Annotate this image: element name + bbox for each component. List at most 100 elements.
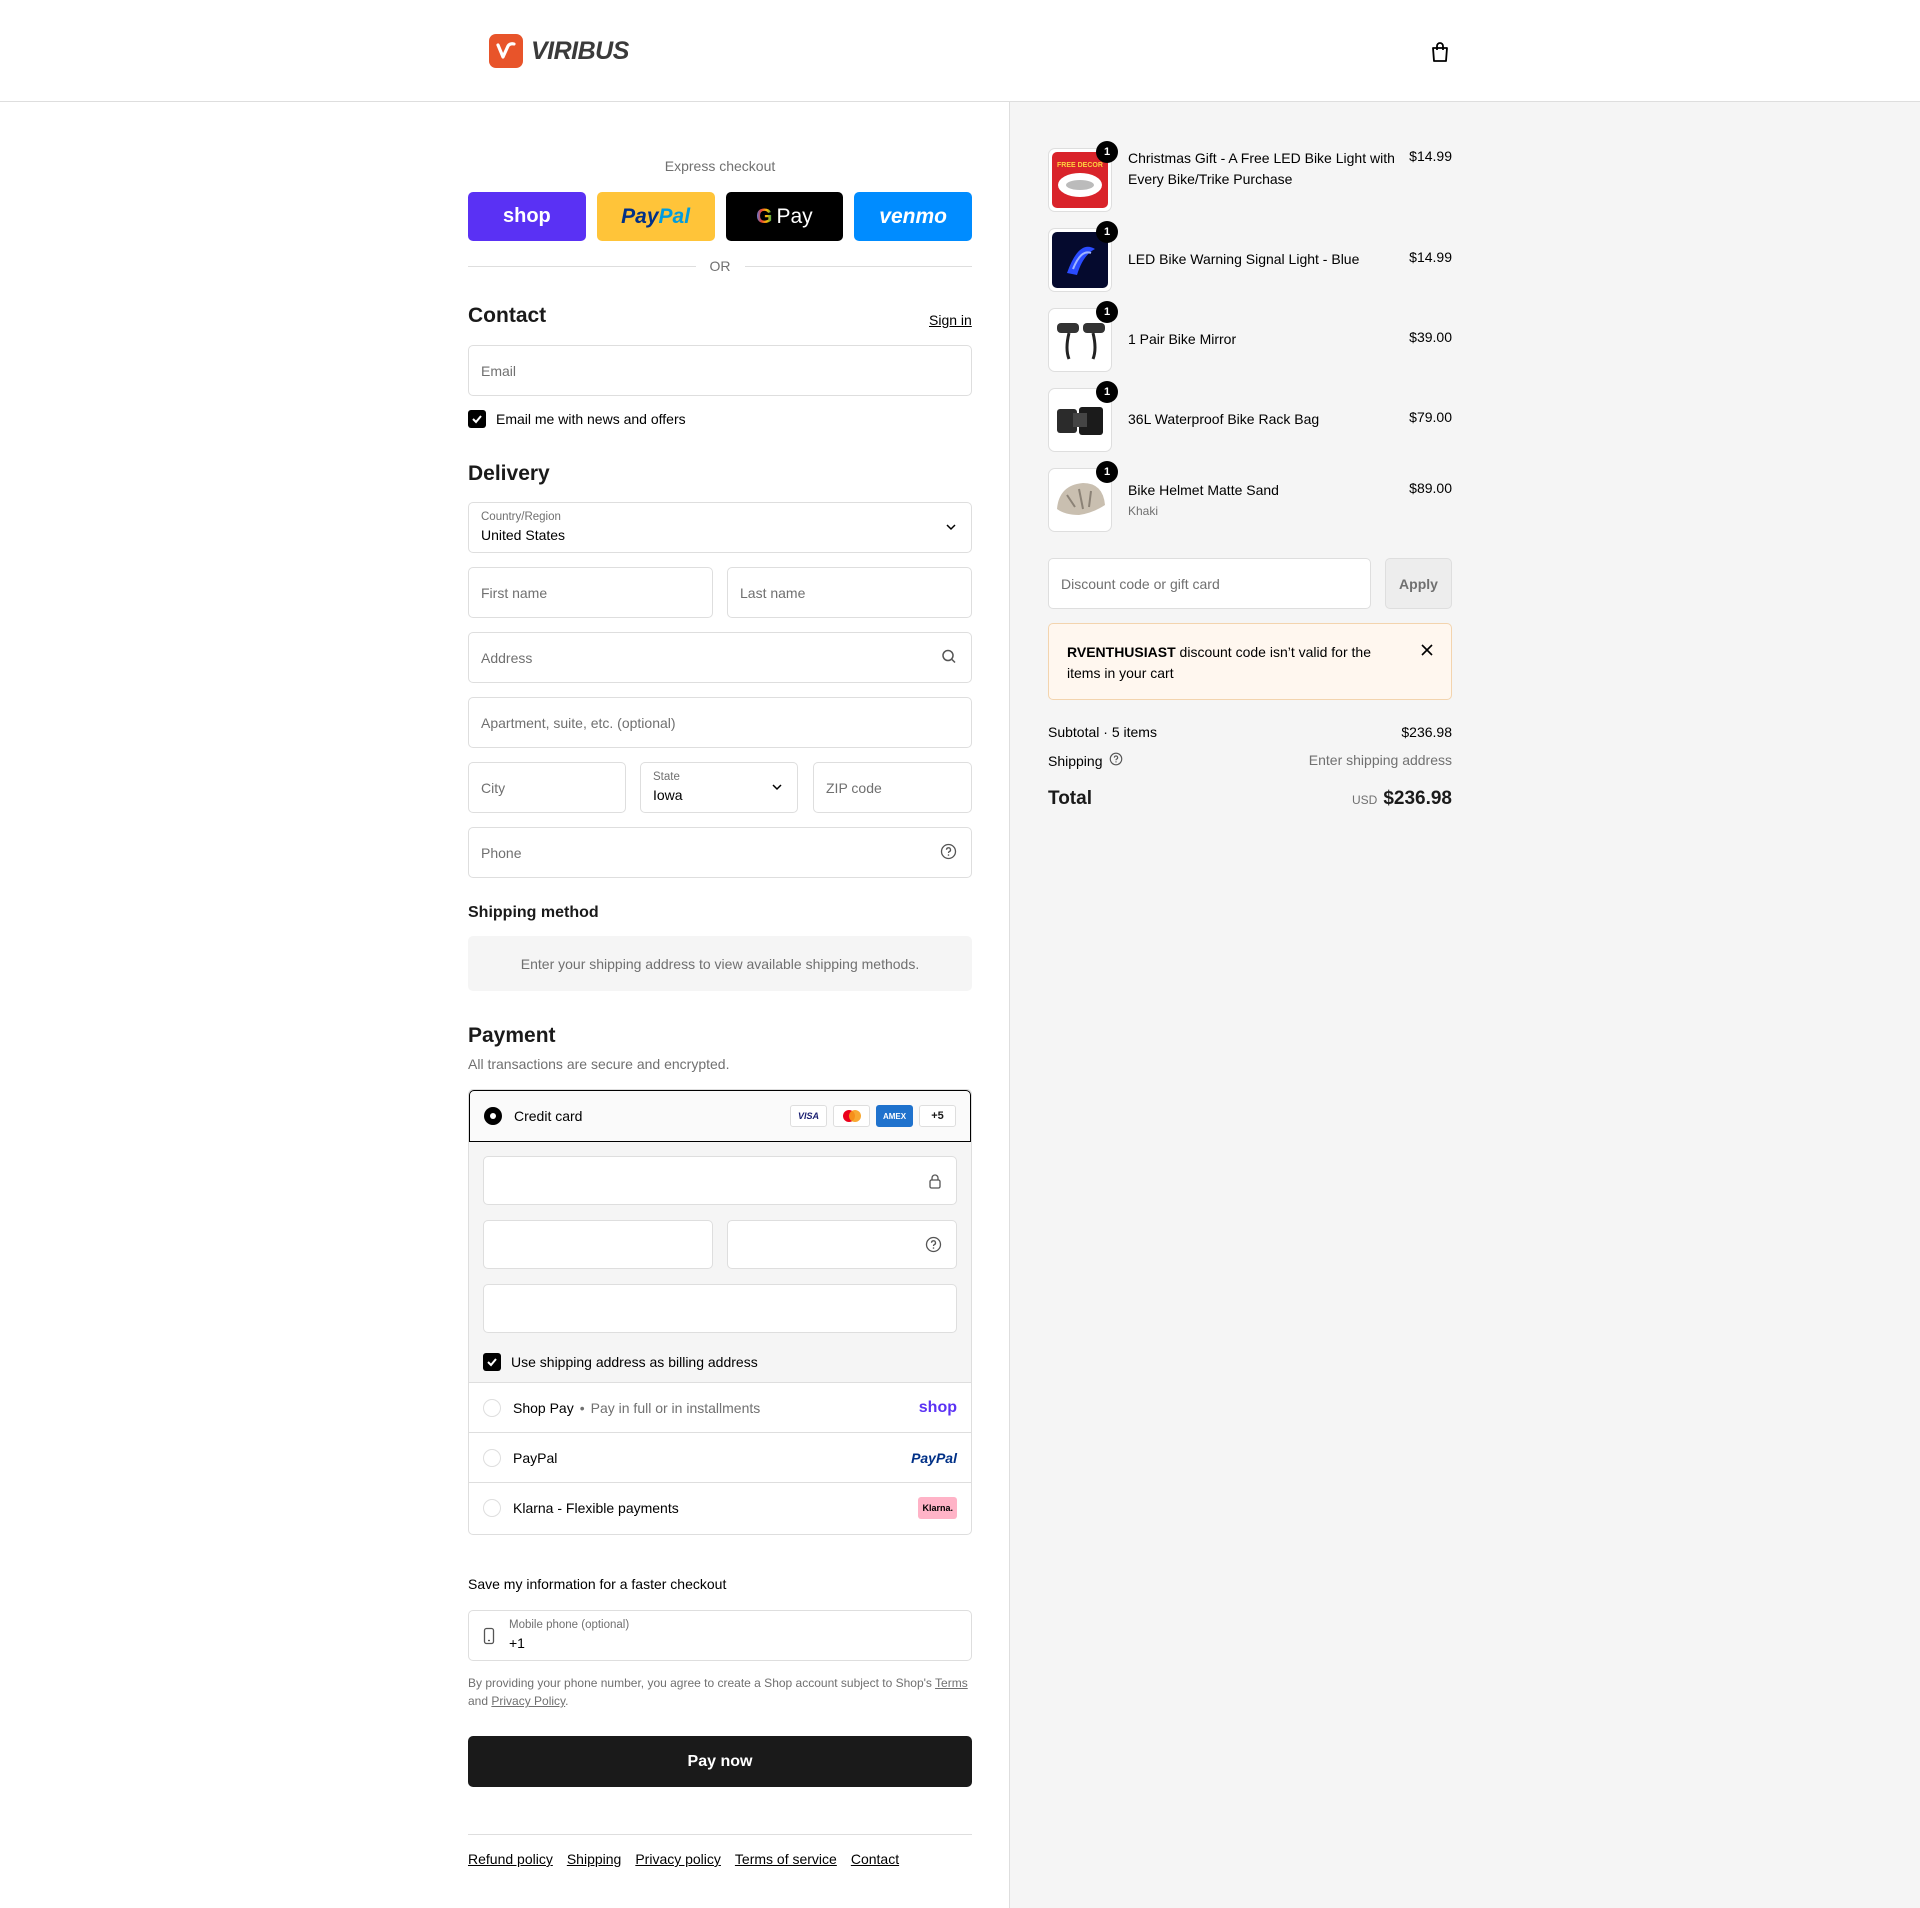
- item-price: $79.00: [1409, 409, 1452, 425]
- shop-pay-option[interactable]: Shop Pay • Pay in full or in installment…: [469, 1382, 971, 1432]
- help-circle-icon[interactable]: [925, 1236, 942, 1256]
- brand-logo[interactable]: VIRIBUS: [489, 34, 629, 68]
- apply-discount-button[interactable]: Apply: [1385, 558, 1452, 609]
- close-icon[interactable]: [1419, 642, 1435, 658]
- checkmark-icon: [483, 1353, 501, 1371]
- cart-item: 1 1 Pair Bike Mirror $39.00: [1048, 301, 1452, 372]
- email-field[interactable]: Email: [468, 345, 972, 396]
- contact-title: Contact: [468, 304, 547, 327]
- last-name-field[interactable]: Last name: [727, 567, 972, 618]
- paypal-option[interactable]: PayPal PayPal: [469, 1432, 971, 1482]
- radio-unselected[interactable]: [483, 1498, 501, 1517]
- country-select[interactable]: Country/Region United States: [468, 502, 972, 553]
- refund-policy-link[interactable]: Refund policy: [468, 1851, 553, 1867]
- newsletter-checkbox[interactable]: Email me with news and offers: [468, 410, 686, 428]
- billing-same-checkbox[interactable]: Use shipping address as billing address: [483, 1353, 758, 1371]
- first-name-field[interactable]: First name: [468, 567, 713, 618]
- paypal-button[interactable]: Pay Pal: [596, 192, 715, 241]
- brand-name: VIRIBUS: [531, 36, 629, 65]
- subtotal-row: Subtotal · 5 items $236.98: [1048, 724, 1452, 740]
- header: VIRIBUS: [0, 0, 1920, 102]
- credit-card-form: Use shipping address as billing address: [469, 1142, 971, 1382]
- mobile-phone-field[interactable]: Mobile phone (optional) +1: [468, 1610, 972, 1661]
- radio-selected[interactable]: [484, 1107, 502, 1125]
- radio-unselected[interactable]: [483, 1398, 501, 1417]
- legal-text: By providing your phone number, you agre…: [468, 1676, 968, 1708]
- city-field[interactable]: City: [468, 762, 626, 813]
- quantity-badge: 1: [1096, 141, 1118, 163]
- item-price: $89.00: [1409, 480, 1452, 496]
- footer-divider: [468, 1834, 972, 1835]
- more-cards-badge: +5: [919, 1105, 956, 1127]
- shipping-method-title: Shipping method: [468, 904, 599, 921]
- privacy-policy-footer-link[interactable]: Privacy policy: [635, 1851, 721, 1867]
- item-name: Christmas Gift - A Free LED Bike Light w…: [1128, 150, 1395, 187]
- product-image: 1: [1048, 301, 1118, 372]
- google-g-icon: G: [756, 204, 773, 228]
- paypal-logo: PayPal: [911, 1449, 957, 1466]
- svg-text:FREE DECOR: FREE DECOR: [1057, 162, 1103, 169]
- contact-link[interactable]: Contact: [851, 1851, 899, 1867]
- save-info-title: Save my information for a faster checkou…: [468, 1576, 727, 1592]
- quantity-badge: 1: [1096, 221, 1118, 243]
- mobile-phone-icon: [483, 1627, 495, 1648]
- zip-field[interactable]: ZIP code: [813, 762, 972, 813]
- express-checkout-buttons: shop Pay Pal G Pay venmo: [468, 192, 972, 241]
- item-price: $14.99: [1409, 148, 1452, 164]
- state-select[interactable]: State Iowa: [640, 762, 798, 813]
- cart-item: 1 LED Bike Warning Signal Light - Blue $…: [1048, 221, 1452, 292]
- security-code-field[interactable]: [727, 1220, 957, 1269]
- phone-field[interactable]: Phone: [468, 827, 972, 878]
- shop-pay-button[interactable]: shop: [468, 192, 586, 241]
- help-circle-icon[interactable]: [1109, 752, 1123, 769]
- or-divider: OR: [468, 258, 972, 274]
- item-name: Bike Helmet Matte Sand Khaki: [1128, 468, 1397, 522]
- product-image: 1: [1048, 221, 1118, 292]
- sign-in-link[interactable]: Sign in: [929, 312, 972, 328]
- radio-unselected[interactable]: [483, 1448, 501, 1467]
- mastercard-icon: [833, 1105, 870, 1127]
- privacy-policy-link[interactable]: Privacy Policy: [491, 1694, 565, 1708]
- card-number-field[interactable]: [483, 1156, 957, 1205]
- payment-subtitle: All transactions are secure and encrypte…: [468, 1056, 730, 1072]
- expiration-date-field[interactable]: [483, 1220, 713, 1269]
- checkmark-icon: [468, 410, 486, 428]
- terms-link[interactable]: Terms: [935, 1676, 968, 1690]
- product-image: FREE DECOR 1: [1048, 141, 1118, 212]
- amex-icon: AMEX: [876, 1105, 913, 1127]
- shipping-policy-link[interactable]: Shipping: [567, 1851, 622, 1867]
- cart-item: 1 Bike Helmet Matte Sand Khaki $89.00: [1048, 461, 1452, 532]
- quantity-badge: 1: [1096, 301, 1118, 323]
- search-icon: [941, 648, 957, 667]
- klarna-logo: Klarna.: [918, 1496, 957, 1519]
- payment-options: Credit card VISA AMEX +5 Use shipping ad…: [468, 1089, 972, 1535]
- chevron-down-icon: [945, 520, 957, 536]
- logo-mark-icon: [489, 34, 523, 68]
- apartment-field[interactable]: Apartment, suite, etc. (optional): [468, 697, 972, 748]
- discount-code-input[interactable]: Discount code or gift card: [1048, 558, 1371, 609]
- quantity-badge: 1: [1096, 461, 1118, 483]
- google-pay-button[interactable]: G Pay: [725, 192, 844, 241]
- item-variant: Khaki: [1128, 504, 1159, 518]
- help-circle-icon[interactable]: [940, 843, 957, 863]
- cart-item: 1 36L Waterproof Bike Rack Bag $79.00: [1048, 381, 1452, 452]
- name-on-card-field[interactable]: [483, 1284, 957, 1333]
- product-image: 1: [1048, 461, 1118, 532]
- pay-now-button[interactable]: Pay now: [468, 1736, 972, 1787]
- discount-error-alert: RVENTHUSIAST discount code isn’t valid f…: [1048, 623, 1452, 700]
- visa-icon: VISA: [790, 1105, 827, 1127]
- address-field[interactable]: Address: [468, 632, 972, 683]
- shopping-bag-icon[interactable]: [1428, 40, 1452, 64]
- klarna-option[interactable]: Klarna - Flexible payments Klarna.: [469, 1482, 971, 1532]
- order-summary-panel: [1010, 102, 1920, 1908]
- venmo-button[interactable]: venmo: [854, 192, 972, 241]
- item-name: 36L Waterproof Bike Rack Bag: [1128, 411, 1320, 427]
- payment-title: Payment: [468, 1024, 556, 1047]
- shipping-row: Shipping Enter shipping address: [1048, 752, 1452, 769]
- product-image: 1: [1048, 381, 1118, 452]
- item-name: LED Bike Warning Signal Light - Blue: [1128, 251, 1360, 267]
- terms-of-service-link[interactable]: Terms of service: [735, 1851, 837, 1867]
- credit-card-option[interactable]: Credit card VISA AMEX +5: [469, 1090, 971, 1142]
- delivery-title: Delivery: [468, 462, 550, 485]
- total-row: Total USD $236.98: [1048, 788, 1452, 809]
